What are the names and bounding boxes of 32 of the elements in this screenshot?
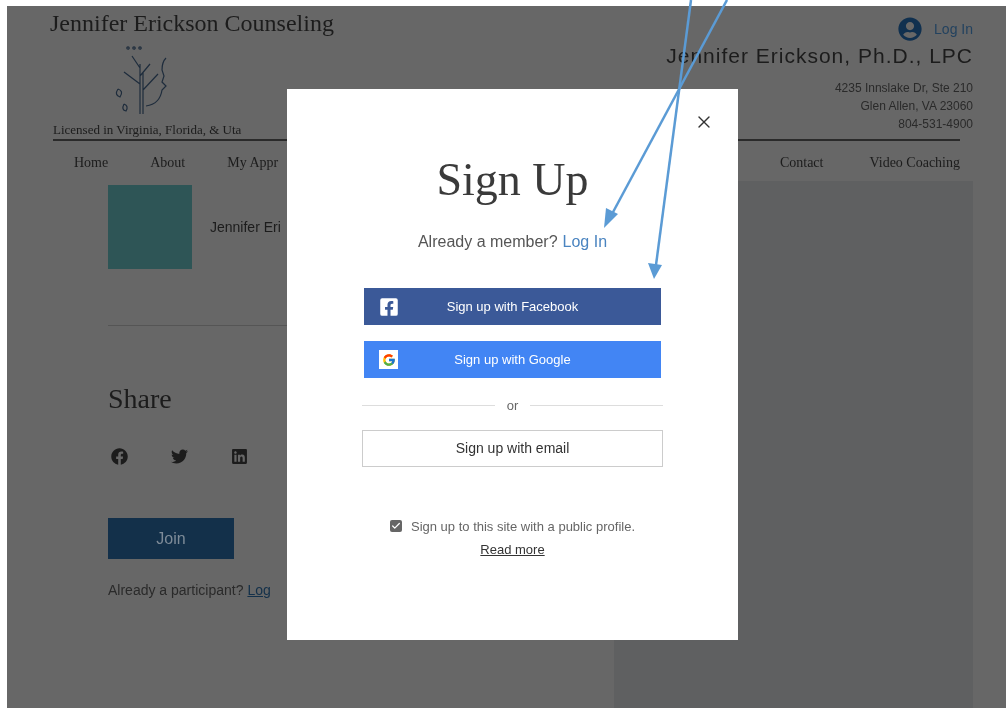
linkedin-icon[interactable] bbox=[231, 448, 248, 465]
read-more-link[interactable]: Read more bbox=[480, 540, 545, 560]
nav-item[interactable]: My Appr bbox=[227, 152, 279, 173]
user-avatar-icon[interactable] bbox=[898, 17, 923, 41]
author-name: Jennifer Eri bbox=[210, 217, 281, 237]
join-button[interactable]: Join bbox=[108, 518, 234, 559]
site-title: Jennifer Erickson Counseling bbox=[50, 9, 334, 38]
google-icon bbox=[379, 350, 398, 369]
nav-item[interactable]: Contact bbox=[779, 152, 824, 173]
member-prompt: Already a member? bbox=[417, 232, 558, 252]
address-line: Glen Allen, VA 23060 bbox=[860, 98, 973, 115]
participant-login-link[interactable]: Log bbox=[247, 580, 271, 601]
dialog-login-link[interactable]: Log In bbox=[562, 230, 608, 254]
facebook-icon[interactable] bbox=[111, 448, 128, 465]
twitter-icon[interactable] bbox=[171, 448, 188, 465]
facebook-sign-up-button[interactable]: Sign up with Facebook bbox=[364, 288, 661, 325]
login-link[interactable]: Log In bbox=[934, 18, 973, 40]
nav-item[interactable]: About bbox=[150, 152, 186, 173]
facebook-icon bbox=[379, 296, 399, 317]
google-sign-up-button[interactable]: Sign up with Google bbox=[364, 341, 661, 378]
nav-item[interactable]: Home bbox=[74, 152, 109, 173]
public-profile-label: Sign up to this site with a public profile. bbox=[411, 517, 635, 536]
address-line: 804-531-4900 bbox=[898, 116, 973, 133]
participant-prompt: Already a participant? bbox=[108, 581, 244, 600]
share-heading: Share bbox=[108, 382, 172, 416]
email-sign-up-button[interactable]: Sign up with email bbox=[362, 429, 663, 467]
or-divider-label: or bbox=[506, 397, 519, 415]
dialog-title: Sign Up bbox=[436, 154, 589, 206]
public-profile-checkbox[interactable] bbox=[390, 520, 402, 533]
address-line: 4235 Innslake Dr, Ste 210 bbox=[834, 80, 973, 97]
nav-item[interactable]: Video Coaching bbox=[869, 152, 960, 173]
tagline: Licensed in Virginia, Florida, & Uta bbox=[53, 122, 243, 138]
